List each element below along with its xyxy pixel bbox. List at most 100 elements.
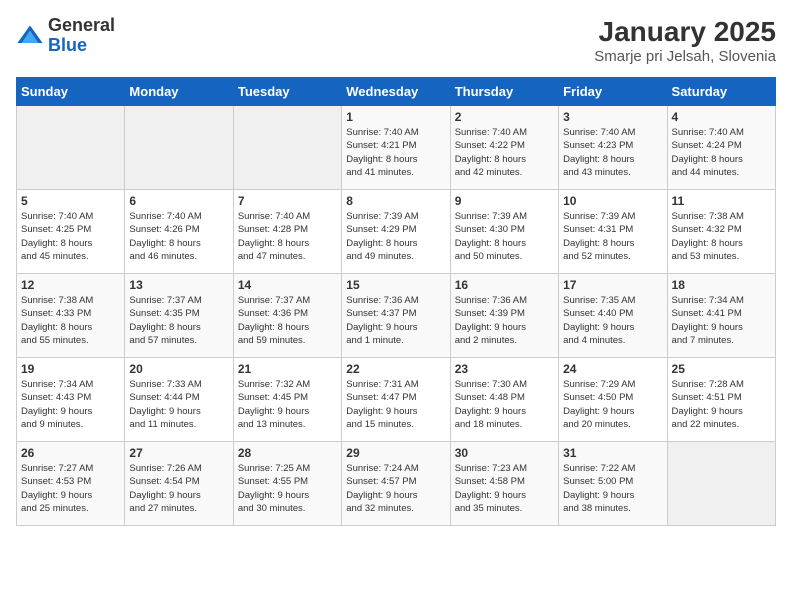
day-info: Sunrise: 7:37 AM Sunset: 4:35 PM Dayligh… (129, 294, 228, 347)
day-info: Sunrise: 7:36 AM Sunset: 4:37 PM Dayligh… (346, 294, 445, 347)
logo-text: General Blue (48, 16, 115, 56)
day-number: 25 (672, 362, 771, 376)
day-number: 26 (21, 446, 120, 460)
calendar-cell: 4 Sunrise: 7:40 AM Sunset: 4:24 PM Daylig… (667, 106, 775, 190)
calendar-cell: 24Sunrise: 7:29 AM Sunset: 4:50 PM Dayli… (559, 358, 667, 442)
calendar-cell: 17 Sunrise: 7:35 AM Sunset: 4:40 PM Dayli… (559, 274, 667, 358)
calendar-cell (17, 106, 125, 190)
calendar-cell: 11 Sunrise: 7:38 AM Sunset: 4:32 PM Dayli… (667, 190, 775, 274)
day-info: Sunrise: 7:24 AM Sunset: 4:57 PM Dayligh… (346, 462, 445, 515)
calendar-week-2: 5 Sunrise: 7:40 AM Sunset: 4:25 PM Daylig… (17, 190, 776, 274)
day-info: Sunrise: 7:27 AM Sunset: 4:53 PM Dayligh… (21, 462, 120, 515)
calendar-cell: 13Sunrise: 7:37 AM Sunset: 4:35 PM Dayli… (125, 274, 233, 358)
day-info: Sunrise: 7:26 AM Sunset: 4:54 PM Dayligh… (129, 462, 228, 515)
day-number: 7 (238, 194, 337, 208)
weekday-header-thursday: Thursday (450, 78, 558, 106)
day-info: Sunrise: 7:40 AM Sunset: 4:24 PM Dayligh… (672, 126, 771, 179)
day-number: 3 (563, 110, 662, 124)
day-number: 1 (346, 110, 445, 124)
calendar-cell: 22Sunrise: 7:31 AM Sunset: 4:47 PM Dayli… (342, 358, 450, 442)
day-info: Sunrise: 7:38 AM Sunset: 4:33 PM Dayligh… (21, 294, 120, 347)
day-number: 12 (21, 278, 120, 292)
day-info: Sunrise: 7:37 AM Sunset: 4:36 PM Dayligh… (238, 294, 337, 347)
calendar-cell: 30Sunrise: 7:23 AM Sunset: 4:58 PM Dayli… (450, 442, 558, 526)
day-info: Sunrise: 7:28 AM Sunset: 4:51 PM Dayligh… (672, 378, 771, 431)
day-number: 19 (21, 362, 120, 376)
day-number: 22 (346, 362, 445, 376)
day-info: Sunrise: 7:34 AM Sunset: 4:41 PM Dayligh… (672, 294, 771, 347)
day-number: 23 (455, 362, 554, 376)
day-info: Sunrise: 7:35 AM Sunset: 4:40 PM Dayligh… (563, 294, 662, 347)
calendar-cell: 9 Sunrise: 7:39 AM Sunset: 4:30 PM Daylig… (450, 190, 558, 274)
calendar-cell: 12 Sunrise: 7:38 AM Sunset: 4:33 PM Dayli… (17, 274, 125, 358)
day-number: 27 (129, 446, 228, 460)
day-number: 29 (346, 446, 445, 460)
day-info: Sunrise: 7:40 AM Sunset: 4:28 PM Dayligh… (238, 210, 337, 263)
day-number: 10 (563, 194, 662, 208)
calendar-cell: 16Sunrise: 7:36 AM Sunset: 4:39 PM Dayli… (450, 274, 558, 358)
calendar-cell: 14 Sunrise: 7:37 AM Sunset: 4:36 PM Dayli… (233, 274, 341, 358)
day-info: Sunrise: 7:39 AM Sunset: 4:29 PM Dayligh… (346, 210, 445, 263)
calendar-subtitle: Smarje pri Jelsah, Slovenia (594, 48, 776, 65)
calendar-cell: 3Sunrise: 7:40 AM Sunset: 4:23 PM Daylig… (559, 106, 667, 190)
day-number: 4 (672, 110, 771, 124)
logo-icon (16, 22, 44, 50)
calendar-cell (125, 106, 233, 190)
weekday-header-tuesday: Tuesday (233, 78, 341, 106)
day-info: Sunrise: 7:22 AM Sunset: 5:00 PM Dayligh… (563, 462, 662, 515)
page-header: General Blue January 2025 Smarje pri Jel… (16, 16, 776, 65)
calendar-table: SundayMondayTuesdayWednesdayThursdayFrid… (16, 77, 776, 526)
day-info: Sunrise: 7:29 AM Sunset: 4:50 PM Dayligh… (563, 378, 662, 431)
day-number: 28 (238, 446, 337, 460)
day-number: 6 (129, 194, 228, 208)
calendar-cell: 25 Sunrise: 7:28 AM Sunset: 4:51 PM Dayli… (667, 358, 775, 442)
day-info: Sunrise: 7:40 AM Sunset: 4:22 PM Dayligh… (455, 126, 554, 179)
day-number: 5 (21, 194, 120, 208)
day-info: Sunrise: 7:38 AM Sunset: 4:32 PM Dayligh… (672, 210, 771, 263)
calendar-cell (667, 442, 775, 526)
day-info: Sunrise: 7:34 AM Sunset: 4:43 PM Dayligh… (21, 378, 120, 431)
day-number: 11 (672, 194, 771, 208)
weekday-header-friday: Friday (559, 78, 667, 106)
calendar-cell (233, 106, 341, 190)
calendar-cell: 7 Sunrise: 7:40 AM Sunset: 4:28 PM Daylig… (233, 190, 341, 274)
weekday-header-sunday: Sunday (17, 78, 125, 106)
calendar-cell: 8 Sunrise: 7:39 AM Sunset: 4:29 PM Daylig… (342, 190, 450, 274)
day-number: 16 (455, 278, 554, 292)
calendar-cell: 21Sunrise: 7:32 AM Sunset: 4:45 PM Dayli… (233, 358, 341, 442)
calendar-cell: 20Sunrise: 7:33 AM Sunset: 4:44 PM Dayli… (125, 358, 233, 442)
calendar-cell: 23 Sunrise: 7:30 AM Sunset: 4:48 PM Dayli… (450, 358, 558, 442)
day-info: Sunrise: 7:40 AM Sunset: 4:25 PM Dayligh… (21, 210, 120, 263)
day-number: 9 (455, 194, 554, 208)
calendar-cell: 5 Sunrise: 7:40 AM Sunset: 4:25 PM Daylig… (17, 190, 125, 274)
day-number: 18 (672, 278, 771, 292)
calendar-cell: 19 Sunrise: 7:34 AM Sunset: 4:43 PM Dayli… (17, 358, 125, 442)
day-number: 17 (563, 278, 662, 292)
calendar-title: January 2025 (594, 16, 776, 48)
calendar-week-5: 26 Sunrise: 7:27 AM Sunset: 4:53 PM Dayli… (17, 442, 776, 526)
calendar-cell: 28 Sunrise: 7:25 AM Sunset: 4:55 PM Dayli… (233, 442, 341, 526)
calendar-week-1: 1 Sunrise: 7:40 AM Sunset: 4:21 PM Daylig… (17, 106, 776, 190)
day-info: Sunrise: 7:23 AM Sunset: 4:58 PM Dayligh… (455, 462, 554, 515)
calendar-cell: 27 Sunrise: 7:26 AM Sunset: 4:54 PM Dayli… (125, 442, 233, 526)
logo: General Blue (16, 16, 115, 56)
day-info: Sunrise: 7:25 AM Sunset: 4:55 PM Dayligh… (238, 462, 337, 515)
weekday-header-saturday: Saturday (667, 78, 775, 106)
calendar-cell: 31Sunrise: 7:22 AM Sunset: 5:00 PM Dayli… (559, 442, 667, 526)
day-number: 15 (346, 278, 445, 292)
weekday-header-monday: Monday (125, 78, 233, 106)
day-number: 14 (238, 278, 337, 292)
day-info: Sunrise: 7:30 AM Sunset: 4:48 PM Dayligh… (455, 378, 554, 431)
calendar-cell: 29 Sunrise: 7:24 AM Sunset: 4:57 PM Dayli… (342, 442, 450, 526)
calendar-week-3: 12 Sunrise: 7:38 AM Sunset: 4:33 PM Dayli… (17, 274, 776, 358)
calendar-week-4: 19 Sunrise: 7:34 AM Sunset: 4:43 PM Dayli… (17, 358, 776, 442)
day-number: 8 (346, 194, 445, 208)
day-info: Sunrise: 7:40 AM Sunset: 4:21 PM Dayligh… (346, 126, 445, 179)
calendar-cell: 6Sunrise: 7:40 AM Sunset: 4:26 PM Daylig… (125, 190, 233, 274)
day-number: 21 (238, 362, 337, 376)
day-info: Sunrise: 7:39 AM Sunset: 4:30 PM Dayligh… (455, 210, 554, 263)
day-number: 2 (455, 110, 554, 124)
calendar-cell: 26 Sunrise: 7:27 AM Sunset: 4:53 PM Dayli… (17, 442, 125, 526)
calendar-cell: 18 Sunrise: 7:34 AM Sunset: 4:41 PM Dayli… (667, 274, 775, 358)
title-block: January 2025 Smarje pri Jelsah, Slovenia (594, 16, 776, 65)
